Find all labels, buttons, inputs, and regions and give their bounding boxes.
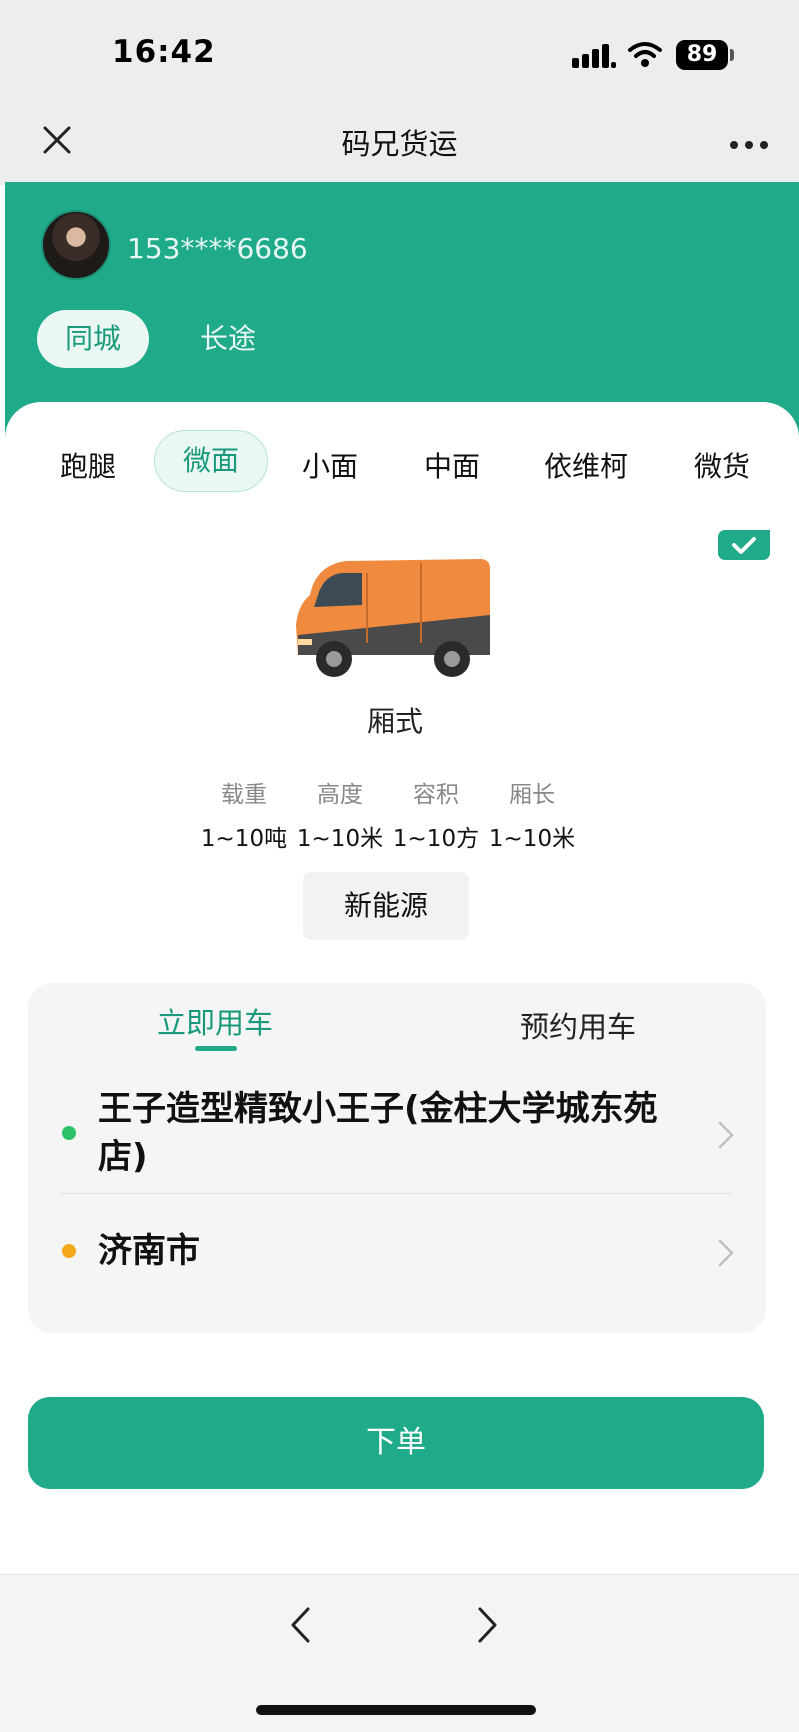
back-arrow-icon[interactable] — [288, 1605, 312, 1645]
spec-value: 1~10米 — [296, 826, 384, 852]
chevron-right-icon[interactable] — [716, 1238, 736, 1268]
tab-book-reserve[interactable]: 预约用车 — [520, 1004, 636, 1046]
spec-label: 容积 — [413, 782, 459, 808]
vehicle-type-micro-van[interactable]: 微面 — [154, 430, 268, 492]
vehicle-type-medium-van[interactable]: 中面 — [424, 445, 480, 485]
pickup-dot — [62, 1126, 76, 1140]
more-icon[interactable] — [730, 141, 770, 151]
home-indicator — [256, 1705, 536, 1715]
battery-tip — [730, 49, 734, 61]
user-phone: 153****6686 — [127, 232, 308, 265]
tab-city[interactable]: 同城 — [37, 310, 149, 368]
tab-active-indicator — [195, 1046, 237, 1051]
spec-volume: 容积 1~10方 — [388, 775, 484, 853]
tab-long-distance[interactable]: 长途 — [200, 310, 256, 368]
avatar[interactable] — [41, 210, 111, 280]
status-time: 16:42 — [112, 34, 216, 70]
battery-icon: 89 — [676, 40, 728, 70]
place-order-button[interactable]: 下单 — [28, 1397, 764, 1489]
vehicle-type-small-van[interactable]: 小面 — [302, 445, 358, 485]
page-title: 码兄货运 — [341, 127, 458, 161]
destination-dot — [62, 1244, 76, 1258]
new-energy-button[interactable]: 新能源 — [303, 872, 469, 940]
vehicle-type-errand[interactable]: 跑腿 — [60, 445, 116, 485]
nav-bar: 码兄货运 — [0, 105, 799, 185]
spec-value: 1~10米 — [488, 826, 576, 852]
check-icon — [718, 530, 770, 560]
vehicle-type-micro-truck[interactable]: 微货 — [694, 445, 750, 485]
spec-load: 载重 1~10吨 — [196, 775, 292, 853]
spec-value: 1~10方 — [392, 826, 480, 852]
destination-address[interactable]: 济南市 — [98, 1227, 200, 1275]
spec-height: 高度 1~10米 — [292, 775, 388, 853]
spec-label: 载重 — [221, 782, 267, 808]
spec-label: 高度 — [317, 782, 363, 808]
spec-label: 厢长 — [509, 782, 555, 808]
pickup-address[interactable]: 王子造型精致小王子(金柱大学城东苑店) — [98, 1085, 688, 1181]
divider — [60, 1193, 732, 1194]
vehicle-type-iveco[interactable]: 依维柯 — [544, 445, 628, 485]
forward-arrow-icon[interactable] — [476, 1605, 500, 1645]
van-image — [296, 559, 490, 677]
spec-value: 1~10吨 — [200, 826, 288, 852]
tab-book-now[interactable]: 立即用车 — [157, 1000, 273, 1042]
wifi-icon — [628, 42, 662, 67]
chevron-right-icon[interactable] — [716, 1120, 736, 1150]
signal-icon — [572, 42, 616, 68]
vehicle-name: 厢式 — [366, 705, 423, 738]
spec-length: 厢长 1~10米 — [484, 775, 580, 853]
